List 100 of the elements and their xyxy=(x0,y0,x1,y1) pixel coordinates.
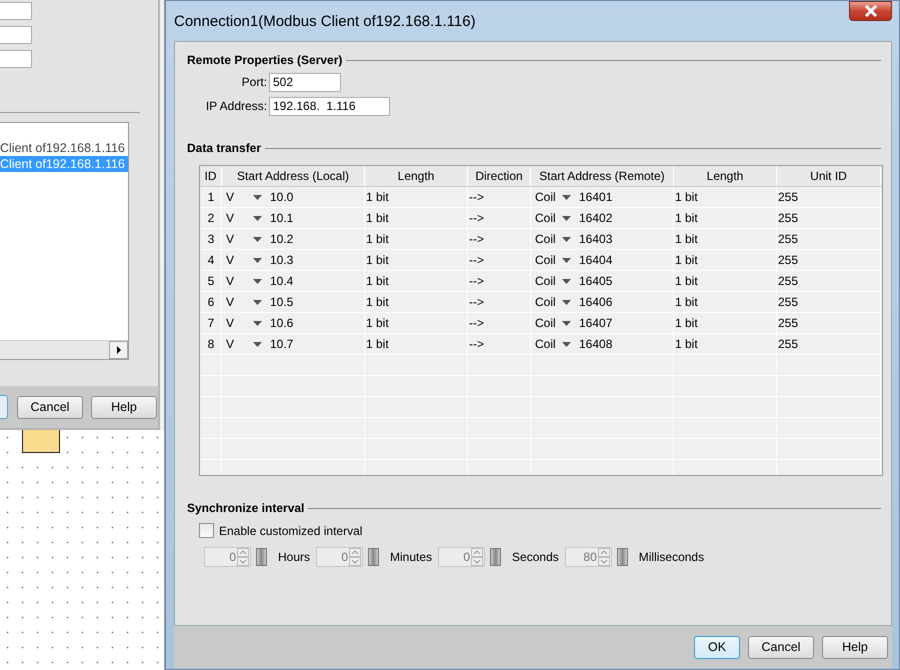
input-field[interactable] xyxy=(0,50,32,68)
dropdown-arrow-icon[interactable] xyxy=(253,300,262,304)
column-header[interactable]: Start Address (Local) xyxy=(222,166,365,186)
dropdown-arrow-icon[interactable] xyxy=(562,258,571,262)
area-dropdown[interactable]: Coil xyxy=(535,334,562,354)
unit-label: Hours xyxy=(278,550,310,564)
dropdown-arrow-icon[interactable] xyxy=(562,278,571,284)
table-cell-text: 10.2 xyxy=(270,231,294,248)
table-cell: 1 bit xyxy=(674,250,777,270)
area-dropdown[interactable]: V xyxy=(226,250,253,270)
table-cell: --> xyxy=(468,292,531,312)
area-dropdown[interactable]: V xyxy=(226,334,253,354)
area-dropdown[interactable]: Coil xyxy=(535,271,562,291)
area-dropdown[interactable]: Coil xyxy=(535,229,562,249)
table-cell: 255 xyxy=(777,229,881,249)
list-item[interactable]: Client of192.168.1.116 xyxy=(0,140,128,156)
table-cell: 8 xyxy=(200,334,222,354)
ladder-block xyxy=(22,430,60,453)
dropdown-arrow-icon[interactable] xyxy=(562,194,571,200)
table-cell-text: 10.7 xyxy=(270,336,294,353)
table-cell: --> xyxy=(468,229,531,249)
table-cell: 1 bit xyxy=(365,250,468,270)
table-cell: 6 xyxy=(200,292,222,312)
dialog-button[interactable]: OK xyxy=(694,636,740,658)
table-cell: 255 xyxy=(777,271,881,291)
input-field[interactable] xyxy=(0,2,32,20)
dropdown-arrow-icon[interactable] xyxy=(253,216,262,220)
column-header[interactable]: ID xyxy=(200,166,222,186)
scroll-right-icon[interactable] xyxy=(109,341,128,359)
area-dropdown[interactable]: V xyxy=(226,208,253,228)
spin-field[interactable]: 0 xyxy=(438,547,486,567)
dialog-button[interactable]: Help xyxy=(822,636,888,658)
table-cell-text: 10.3 xyxy=(270,252,294,269)
input-field[interactable] xyxy=(0,26,32,44)
table-cell: 1 bit xyxy=(365,208,468,228)
table-cell: 255 xyxy=(777,292,881,312)
dropdown-arrow-icon[interactable] xyxy=(253,278,262,284)
dropdown-arrow-icon[interactable] xyxy=(562,342,571,346)
table-cell: 4 xyxy=(200,250,222,270)
area-dropdown[interactable]: Coil xyxy=(535,187,562,207)
area-dropdown[interactable]: Coil xyxy=(535,292,562,312)
dialog-button[interactable]: Cancel xyxy=(748,636,814,658)
table-cell: 1 bit xyxy=(365,229,468,249)
dialog-button[interactable]: Help xyxy=(91,396,157,418)
table-cell: 1 bit xyxy=(365,292,468,312)
column-header[interactable]: Start Address (Remote) xyxy=(531,166,674,186)
slider-thumb-icon[interactable] xyxy=(256,548,267,566)
area-dropdown[interactable]: Coil xyxy=(535,208,562,228)
slider-thumb-icon[interactable] xyxy=(616,548,628,566)
dropdown-arrow-icon[interactable] xyxy=(253,194,262,200)
table-cell: 1 bit xyxy=(365,271,468,291)
column-header[interactable]: Unit ID xyxy=(777,166,881,186)
table-cell: --> xyxy=(468,208,531,228)
spin-field[interactable]: 0 xyxy=(316,547,364,567)
dropdown-arrow-icon[interactable] xyxy=(562,300,571,304)
slider-thumb-icon[interactable] xyxy=(490,548,502,566)
table-cell-text: 10.4 xyxy=(270,273,294,290)
table-cell: 1 bit xyxy=(674,334,777,354)
spin-field[interactable]: 80 xyxy=(564,547,612,567)
table-cell-text: 16407 xyxy=(579,315,612,332)
dropdown-arrow-icon[interactable] xyxy=(253,236,262,242)
close-button[interactable] xyxy=(849,1,892,21)
dropdown-arrow-icon[interactable] xyxy=(562,216,571,220)
port-field[interactable]: 502 xyxy=(269,72,341,92)
column-header[interactable]: Length xyxy=(674,166,777,186)
area-dropdown[interactable]: Coil xyxy=(535,313,562,333)
area-dropdown[interactable]: V xyxy=(226,271,253,291)
unit-label: Minutes xyxy=(390,550,432,564)
area-dropdown[interactable]: V xyxy=(226,229,253,249)
unit-label: Seconds xyxy=(512,550,559,564)
spin-field[interactable]: 0 xyxy=(204,547,251,567)
dropdown-arrow-icon[interactable] xyxy=(562,236,571,242)
dropdown-arrow-icon[interactable] xyxy=(562,320,571,326)
dropdown-arrow-icon[interactable] xyxy=(253,258,262,262)
area-dropdown[interactable]: V xyxy=(226,187,253,207)
table-cell: 1 bit xyxy=(674,229,777,249)
section-title: Remote Properties (Server) xyxy=(187,53,342,67)
table-cell-text: 10.1 xyxy=(270,210,294,227)
slider-thumb-icon[interactable] xyxy=(368,548,380,566)
area-dropdown[interactable]: V xyxy=(226,313,253,333)
table-cell: 1 bit xyxy=(674,187,777,207)
table-cell: 7 xyxy=(200,313,222,333)
ip-address-field[interactable]: 192.168. 1.116 xyxy=(269,96,390,116)
checkbox[interactable] xyxy=(199,523,214,538)
dropdown-arrow-icon[interactable] xyxy=(253,342,262,346)
table-cell-text: 10.0 xyxy=(270,189,294,206)
table-cell: --> xyxy=(468,334,531,354)
area-dropdown[interactable]: V xyxy=(226,292,253,312)
table-cell: 255 xyxy=(777,334,881,354)
column-header[interactable]: Length xyxy=(365,166,468,186)
column-header[interactable]: Direction xyxy=(468,166,531,186)
horizontal-scrollbar[interactable] xyxy=(0,340,128,359)
dropdown-arrow-icon[interactable] xyxy=(253,320,262,326)
dialog-button[interactable]: Cancel xyxy=(17,396,83,418)
table-cell: 5 xyxy=(200,271,222,291)
table-cell: 1 xyxy=(200,187,222,207)
table-cell-text: 16403 xyxy=(579,231,612,248)
checkbox-label: Enable customized interval xyxy=(219,524,362,538)
table-cell: --> xyxy=(468,187,531,207)
area-dropdown[interactable]: Coil xyxy=(535,250,562,270)
